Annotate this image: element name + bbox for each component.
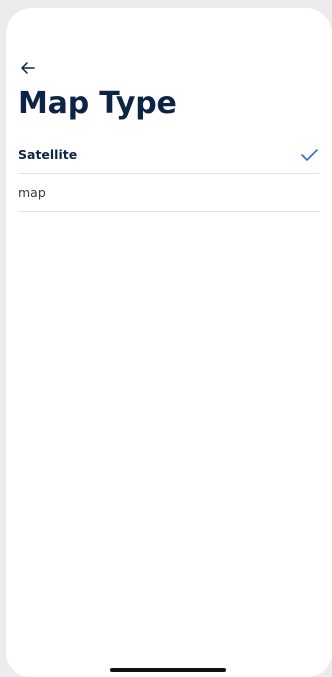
option-label: map — [18, 185, 46, 200]
option-label: Satellite — [18, 147, 78, 162]
option-map[interactable]: map — [18, 174, 320, 212]
home-indicator — [110, 668, 226, 672]
screen: Map Type Satellite map — [6, 8, 332, 677]
back-button[interactable] — [18, 58, 38, 78]
option-satellite[interactable]: Satellite — [18, 136, 320, 174]
page-title: Map Type — [18, 86, 177, 121]
map-type-list: Satellite map — [18, 136, 320, 212]
checkmark-icon — [301, 148, 318, 161]
arrow-left-icon — [21, 62, 35, 74]
